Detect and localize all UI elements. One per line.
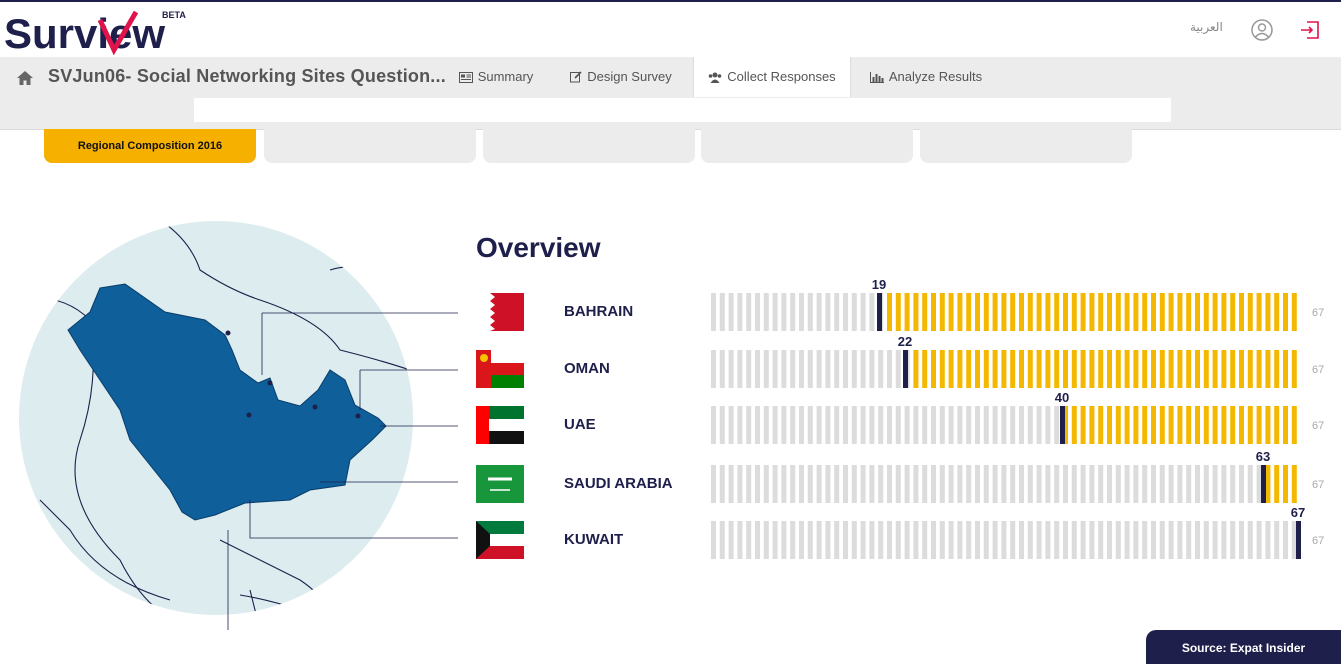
uae-flag — [476, 406, 524, 444]
logo-text: Surview — [4, 10, 165, 56]
language-link[interactable]: العربية — [1190, 20, 1223, 34]
tab-design-survey[interactable]: Design Survey — [561, 57, 681, 97]
country-label: KUWAIT — [564, 531, 624, 548]
users-icon — [708, 72, 722, 83]
ranking-bar-stripes — [711, 521, 1297, 559]
country-label: SAUDI ARABIA — [564, 475, 673, 492]
max-value-label: 67 — [1312, 420, 1325, 432]
edit-icon — [570, 71, 582, 83]
ranking-bar-stripes — [711, 406, 1297, 444]
gulf-region-map — [19, 221, 458, 630]
survey-nav-bar: SVJun06- Social Networking Sites Questio… — [0, 57, 1341, 130]
ranking-bar-stripes — [711, 465, 1297, 503]
bahrain-flag — [476, 293, 524, 331]
ranking-value-label: 22 — [897, 334, 913, 349]
ranking-bar-stripes — [711, 350, 1297, 388]
ranking-value-label: 63 — [1255, 449, 1271, 464]
filter-tab-2[interactable] — [264, 129, 476, 163]
ranking-value-label: 40 — [1054, 390, 1070, 405]
country-label: OMAN — [564, 360, 610, 377]
ranking-bar: 22 — [711, 334, 1301, 388]
filter-tab-3[interactable] — [483, 129, 695, 163]
ranking-value-label: 67 — [1290, 505, 1306, 520]
filter-tab-4[interactable] — [701, 129, 913, 163]
ranking-value-label: 19 — [871, 277, 887, 292]
saudi-flag — [476, 465, 524, 503]
ranking-bar: 40 — [711, 390, 1301, 444]
max-value-label: 67 — [1312, 307, 1325, 319]
ranking-marker — [1060, 406, 1065, 444]
user-profile-icon[interactable] — [1251, 19, 1273, 41]
filter-tab-5[interactable] — [920, 129, 1132, 163]
surview-logo[interactable]: Surview BETA — [4, 6, 194, 56]
max-value-label: 67 — [1312, 479, 1325, 491]
oman-flag — [476, 350, 524, 388]
survey-title: SVJun06- Social Networking Sites Questio… — [48, 66, 446, 86]
newspaper-icon — [458, 71, 473, 83]
tab-analyze-results[interactable]: Analyze Results — [862, 57, 990, 97]
top-bar: Surview BETA العربية — [0, 0, 1341, 57]
tab-summary[interactable]: Summary — [450, 57, 542, 97]
tab-label: Collect Responses — [727, 69, 836, 84]
overview-title: Overview — [476, 232, 601, 263]
kuwait-flag — [476, 521, 524, 559]
ranking-marker — [903, 350, 908, 388]
tab-label: Summary — [477, 69, 534, 84]
country-label: BAHRAIN — [564, 303, 634, 320]
country-label: UAE — [564, 416, 596, 433]
tab-collect-responses[interactable]: Collect Responses — [693, 57, 851, 97]
sub-toolbar — [194, 98, 1171, 122]
ranking-marker — [877, 293, 882, 331]
ranking-marker — [1261, 465, 1266, 503]
home-icon[interactable] — [16, 70, 34, 86]
logo-badge: BETA — [162, 10, 186, 20]
source-label: Source: Expat Insider — [1146, 630, 1341, 664]
tab-label: Analyze Results — [888, 69, 983, 84]
bar-chart-icon — [869, 71, 884, 83]
ranking-bar: 67 — [711, 505, 1305, 559]
ranking-marker — [1296, 521, 1301, 559]
ranking-bar-stripes — [711, 293, 1297, 331]
ranking-bar: 63 — [711, 449, 1301, 503]
tab-label: Design Survey — [587, 69, 672, 84]
logout-icon[interactable] — [1299, 19, 1321, 41]
filter-tab-regional-composition[interactable]: Regional Composition 2016 — [44, 129, 256, 163]
max-value-label: 67 — [1312, 535, 1325, 547]
ranking-bar: 19 — [711, 277, 1301, 331]
max-value-label: 67 — [1312, 364, 1325, 376]
